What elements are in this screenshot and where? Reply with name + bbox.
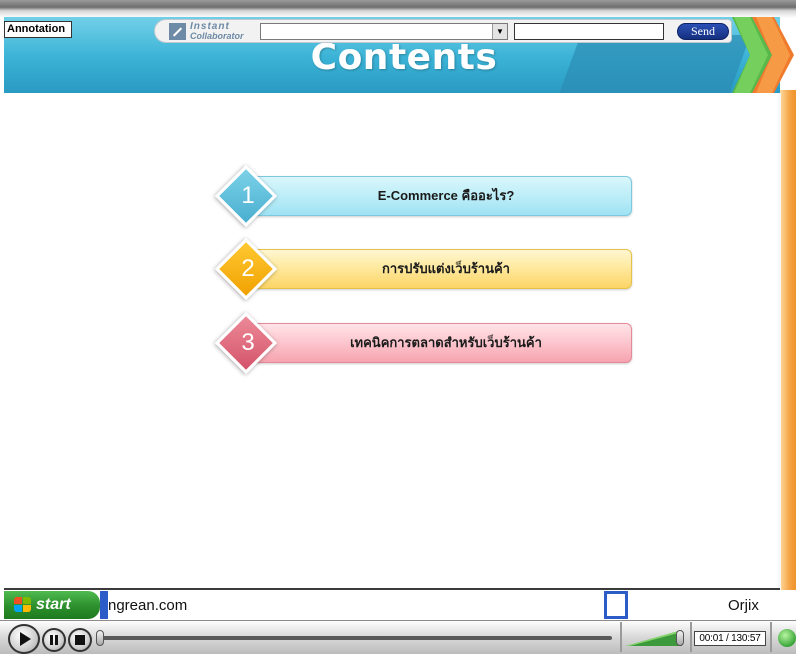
logo-line2: Collaborator bbox=[190, 31, 244, 41]
collaborator-logo-icon bbox=[169, 23, 186, 40]
taskbar-url-text: ngrean.com bbox=[108, 597, 188, 614]
window-top-strip bbox=[0, 0, 796, 18]
control-separator bbox=[770, 622, 772, 652]
menu-item-1[interactable]: 1 E-Commerce คืออะไร? bbox=[214, 164, 632, 228]
seek-track[interactable] bbox=[98, 636, 612, 640]
taskbar-window-button[interactable] bbox=[604, 591, 628, 619]
start-label: start bbox=[36, 596, 71, 613]
volume-handle[interactable] bbox=[676, 630, 684, 646]
status-indicator-icon[interactable] bbox=[778, 629, 796, 647]
right-edge-highlight bbox=[778, 93, 781, 590]
seek-handle[interactable] bbox=[96, 630, 104, 646]
menu-item-label: E-Commerce คืออะไร? bbox=[377, 188, 515, 203]
instant-collaborator-bar: Instant Collaborator ▼ Send bbox=[154, 19, 732, 43]
menu-item-3[interactable]: 3 เทคนิคการตลาดสำหรับเว็บร้านค้า bbox=[214, 311, 632, 375]
annotation-button[interactable]: Annotation bbox=[4, 21, 72, 38]
send-button[interactable]: Send bbox=[677, 23, 729, 40]
pause-button[interactable] bbox=[42, 628, 66, 652]
taskbar: start ngrean.com Orjix bbox=[0, 590, 796, 620]
windows-flag-icon bbox=[14, 597, 32, 613]
menu-item-label: การปรับแต่งเว็บร้านค้า bbox=[382, 261, 510, 276]
pause-icon bbox=[50, 635, 58, 645]
menu-item-label: เทคนิคการตลาดสำหรับเว็บร้านค้า bbox=[350, 335, 542, 350]
tray-text: Orjix bbox=[728, 597, 759, 614]
chevron-down-icon[interactable]: ▼ bbox=[492, 24, 507, 39]
play-button[interactable] bbox=[8, 624, 40, 654]
control-separator bbox=[690, 622, 692, 652]
channel-select[interactable]: ▼ bbox=[260, 23, 508, 40]
right-edge-decoration bbox=[780, 90, 796, 590]
orange-chevron-decoration bbox=[752, 17, 794, 93]
instant-collaborator-logo: Instant Collaborator bbox=[169, 21, 259, 41]
screen: Contents Annotation Instant Collaborator… bbox=[0, 0, 796, 654]
message-input[interactable] bbox=[514, 23, 664, 40]
stop-button[interactable] bbox=[68, 628, 92, 652]
control-separator bbox=[620, 622, 622, 652]
stop-icon bbox=[75, 635, 85, 645]
start-button[interactable]: start bbox=[4, 591, 100, 619]
play-icon bbox=[20, 632, 31, 646]
timecode-display: 00:01 / 130:57 bbox=[694, 631, 766, 646]
slide-title: Contents bbox=[310, 37, 498, 78]
menu-item-2[interactable]: 2 การปรับแต่งเว็บร้านค้า bbox=[214, 237, 632, 301]
taskbar-tab-edge bbox=[100, 591, 108, 619]
